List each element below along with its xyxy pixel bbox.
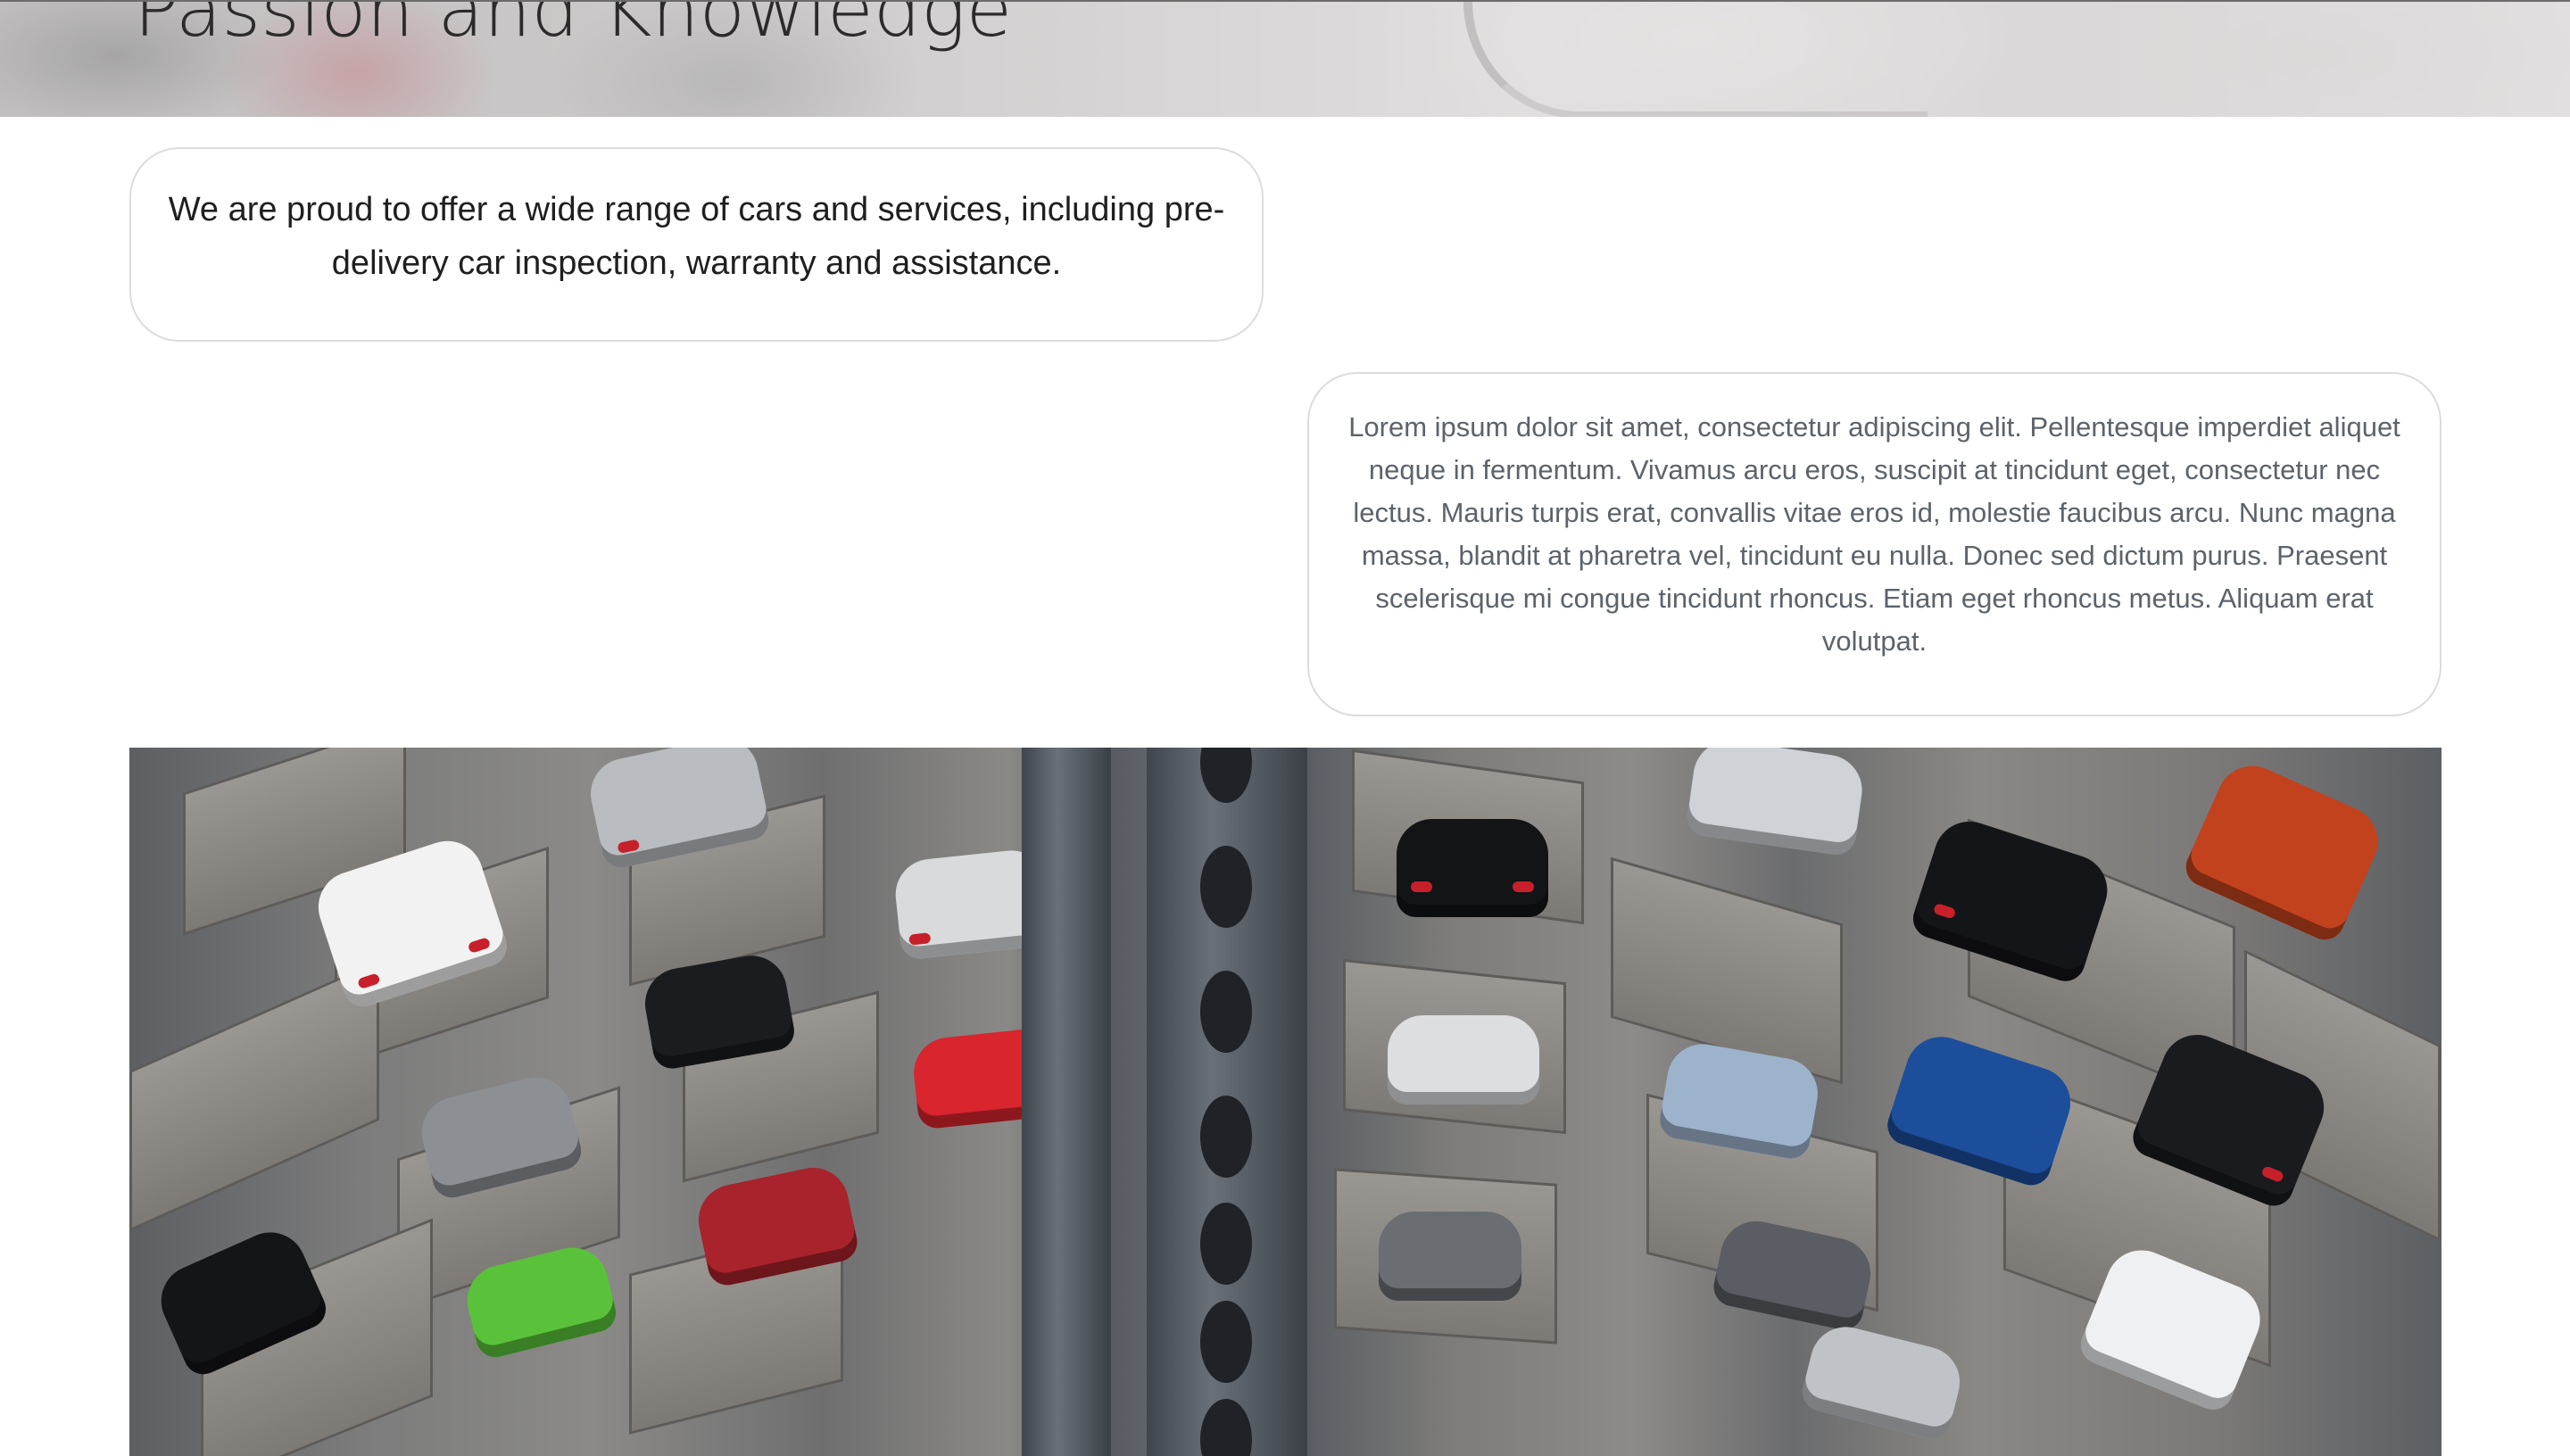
steel-pillar: [1147, 748, 1307, 1456]
platform: [129, 959, 379, 1232]
car-grey: [1379, 1212, 1521, 1301]
hero-banner: Passion and Knowledge: [0, 0, 2570, 117]
car-white: [1388, 1015, 1539, 1104]
car-black: [1397, 819, 1548, 917]
description-text: Lorem ipsum dolor sit amet, consectetur …: [1348, 411, 2400, 657]
car-black: [1908, 812, 2117, 987]
car-silver: [1685, 748, 1867, 857]
offer-text: We are proud to offer a wide range of ca…: [168, 191, 1225, 282]
description-card: Lorem ipsum dolor sit amet, consectetur …: [1307, 372, 2442, 716]
page-title: Passion and Knowledge: [134, 0, 1013, 54]
hero-car-image: [1463, 2, 1928, 117]
car-tower-photo: [129, 748, 2442, 1456]
car-blue: [1882, 1027, 2080, 1191]
car-silver: [1798, 1319, 1968, 1444]
offer-card: We are proud to offer a wide range of ca…: [129, 147, 1264, 342]
steel-beam: [1022, 748, 1111, 1456]
